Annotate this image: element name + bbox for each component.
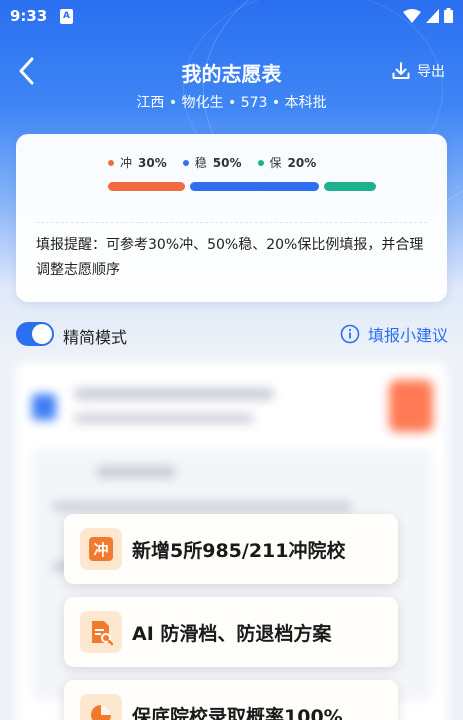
ratio-legend: 冲 30% 稳 50% 保 20% — [108, 154, 316, 171]
info-icon — [340, 324, 360, 344]
ratio-bar-chong — [108, 182, 185, 191]
legend-label: 冲 — [120, 156, 133, 170]
export-label: 导出 — [417, 64, 445, 80]
status-bar: 9:33 A — [0, 0, 463, 34]
feature-card[interactable]: 冲 新增5所985/211冲院校 — [64, 514, 398, 584]
toggle-knob — [32, 324, 52, 344]
document-search-icon — [80, 611, 122, 653]
feature-card[interactable]: AI 防滑档、防退档方案 — [64, 597, 398, 667]
school-icon — [32, 394, 56, 420]
ratio-bar-track — [108, 182, 376, 191]
suggestion-label: 填报小建议 — [367, 326, 448, 345]
legend-label: 稳 — [194, 156, 207, 170]
legend-item-chong: 冲 30% — [108, 154, 167, 171]
chong-tag — [389, 380, 433, 432]
placeholder-line — [74, 414, 254, 423]
legend-pct: 20% — [287, 155, 317, 170]
feature-text: AI 防滑档、防退档方案 — [132, 623, 332, 645]
chong-badge-icon: 冲 — [80, 528, 122, 570]
ratio-bar-wen — [190, 182, 319, 191]
notification-icon: A — [60, 9, 73, 24]
page-subtitle: 江西 • 物化生 • 573 • 本科批 — [136, 95, 327, 111]
status-time: 9:33 — [10, 7, 48, 25]
fill-suggestion-link[interactable]: 填报小建议 — [340, 322, 448, 346]
feature-text: 新增5所985/211冲院校 — [132, 540, 346, 562]
ratio-card: 冲 30% 稳 50% 保 20% 填报提醒：可参考30%冲、50%稳、20%保… — [16, 134, 447, 302]
feature-card[interactable]: 保底院校录取概率100% — [64, 680, 398, 720]
download-icon — [392, 62, 410, 79]
legend-dot — [108, 159, 114, 166]
legend-dot — [257, 159, 264, 166]
placeholder-line — [96, 466, 176, 478]
legend-pct: 30% — [138, 155, 167, 170]
legend-dot — [182, 159, 189, 166]
simple-mode-label: 精简模式 — [63, 328, 128, 347]
legend-pct: 50% — [212, 155, 242, 170]
legend-label: 保 — [269, 156, 282, 170]
placeholder-line — [52, 502, 352, 511]
export-button[interactable]: 导出 — [391, 61, 445, 81]
battery-icon — [444, 8, 453, 23]
divider — [36, 222, 427, 223]
pie-chart-icon — [80, 694, 122, 720]
feature-text: 保底院校录取概率100% — [132, 706, 343, 720]
wifi-icon — [403, 8, 421, 23]
ratio-bar-bao — [324, 182, 376, 191]
placeholder-line — [74, 388, 274, 400]
simple-mode-toggle[interactable] — [16, 322, 54, 346]
signal-icon — [426, 8, 439, 23]
legend-item-wen: 稳 50% — [182, 154, 242, 171]
fill-tip-text: 填报提醒：可参考30%冲、50%稳、20%保比例填报，并合理调整志愿顺序 — [36, 237, 424, 278]
legend-item-bao: 保 20% — [257, 154, 317, 171]
status-icons — [403, 8, 453, 23]
svg-text:冲: 冲 — [93, 541, 108, 559]
